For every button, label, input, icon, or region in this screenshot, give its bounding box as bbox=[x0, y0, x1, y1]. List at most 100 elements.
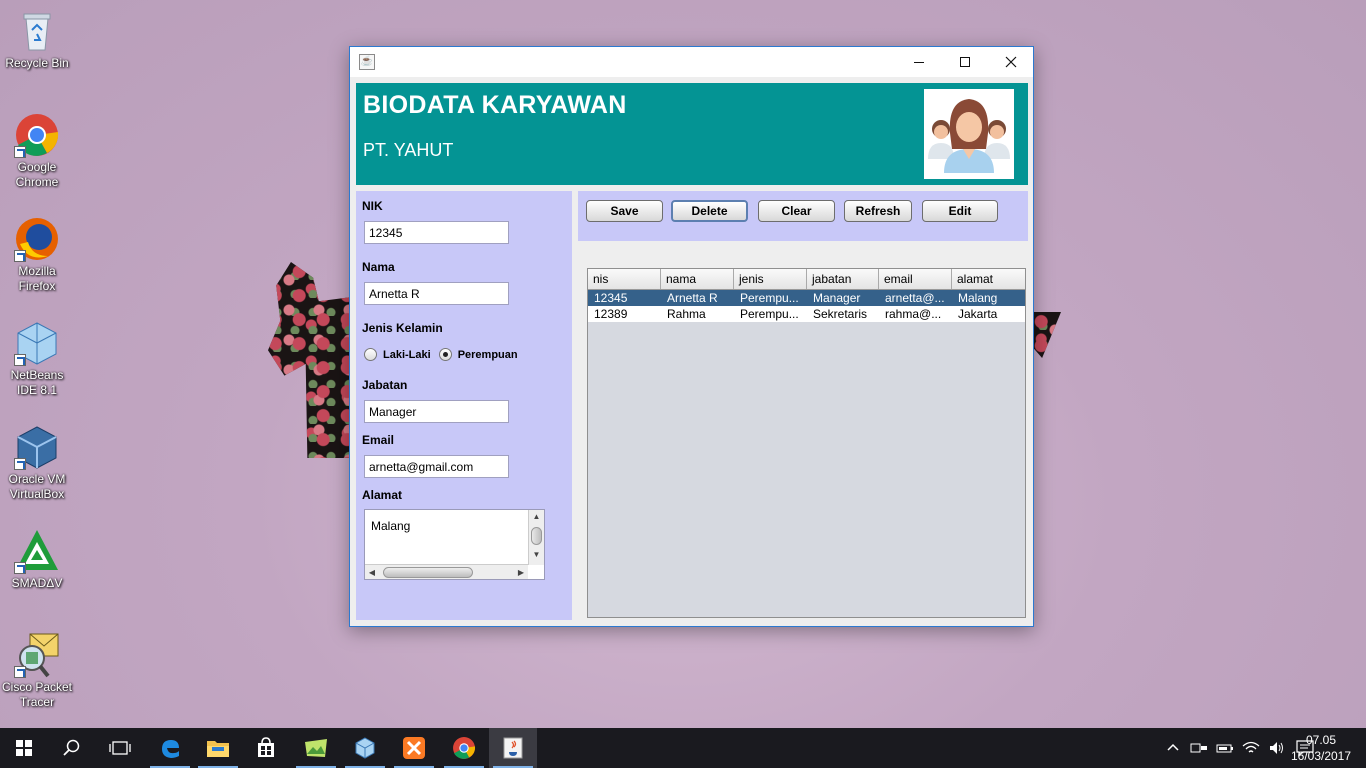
alamat-textarea[interactable]: Malang ▲ ▼ ◀ ▶ bbox=[364, 509, 545, 580]
netbeans-icon bbox=[14, 320, 60, 366]
column-header[interactable]: nama bbox=[661, 269, 734, 289]
task-view-button[interactable] bbox=[96, 728, 144, 768]
table-cell: rahma@... bbox=[885, 307, 942, 321]
table-cell: Sekretaris bbox=[813, 307, 868, 321]
table-cell: 12345 bbox=[594, 291, 628, 305]
vertical-scrollbar[interactable]: ▲ ▼ bbox=[528, 510, 544, 565]
packet-tracer-icon bbox=[14, 632, 60, 678]
jabatan-label: Jabatan bbox=[362, 378, 408, 392]
table-cell: Perempu... bbox=[740, 307, 799, 321]
nama-field[interactable]: Arnetta R bbox=[364, 282, 509, 305]
taskbar-edge[interactable] bbox=[146, 728, 194, 768]
windows-start-icon bbox=[16, 740, 32, 756]
table-cell: Rahma bbox=[667, 307, 706, 321]
nama-label: Nama bbox=[362, 260, 395, 274]
netbeans-icon bbox=[355, 737, 375, 759]
alamat-label: Alamat bbox=[362, 488, 403, 502]
clock-date: 16/03/2017 bbox=[1290, 749, 1352, 763]
jabatan-field[interactable]: Manager bbox=[364, 400, 509, 423]
desktop-icon-netbeans[interactable]: NetBeans IDE 8.1 bbox=[0, 320, 74, 398]
radio-laki-laki[interactable] bbox=[364, 348, 377, 361]
column-header[interactable]: email bbox=[879, 269, 952, 289]
scroll-thumb[interactable] bbox=[531, 527, 542, 545]
xampp-icon bbox=[403, 737, 425, 759]
desktop-icon-recycle-bin[interactable]: Recycle Bin bbox=[0, 8, 74, 71]
chevron-up-icon[interactable] bbox=[1166, 741, 1180, 755]
email-label: Email bbox=[362, 433, 395, 447]
search-button[interactable] bbox=[48, 728, 96, 768]
desktop-icon-smadav[interactable]: SMADΔV bbox=[0, 528, 74, 591]
desktop-icon-mozilla-firefox[interactable]: Mozilla Firefox bbox=[0, 216, 74, 294]
employees-logo-icon bbox=[924, 89, 1014, 179]
radio-perempuan-label: Perempuan bbox=[457, 348, 518, 361]
taskbar-chrome[interactable] bbox=[440, 728, 488, 768]
table-cell: Perempu... bbox=[740, 291, 799, 305]
edit-button[interactable]: Edit bbox=[922, 200, 998, 222]
wifi-icon[interactable] bbox=[1242, 741, 1260, 755]
table-header: nis nama jenis jabatan email alamat bbox=[588, 269, 1025, 290]
chrome-icon bbox=[14, 112, 60, 158]
horizontal-scrollbar[interactable]: ◀ ▶ bbox=[365, 564, 528, 579]
clear-button[interactable]: Clear bbox=[758, 200, 835, 222]
header-banner: BIODATA KARYAWAN PT. YAHUT bbox=[356, 83, 1028, 185]
column-header[interactable]: nis bbox=[588, 269, 661, 289]
email-field[interactable]: arnetta@gmail.com bbox=[364, 455, 509, 478]
radio-perempuan[interactable] bbox=[438, 348, 452, 361]
minimize-button[interactable] bbox=[896, 47, 942, 77]
column-header[interactable]: jenis bbox=[734, 269, 807, 289]
taskbar-netbeans[interactable] bbox=[341, 728, 389, 768]
close-button[interactable] bbox=[988, 47, 1034, 77]
network-device-icon[interactable] bbox=[1190, 741, 1208, 755]
refresh-button[interactable]: Refresh bbox=[844, 200, 912, 222]
delete-button[interactable]: Delete bbox=[671, 200, 748, 222]
taskbar-clock[interactable]: 07.05 16/03/2017 bbox=[1282, 732, 1360, 764]
form-panel: NIK 12345 Nama Arnetta R Jenis Kelamin L… bbox=[356, 191, 572, 620]
search-icon bbox=[63, 739, 80, 756]
smadav-icon bbox=[14, 528, 60, 574]
wallpaper-decoration-right bbox=[1034, 312, 1061, 358]
close-icon bbox=[1005, 56, 1017, 68]
desktop-icon-label: Google Chrome bbox=[15, 160, 59, 189]
edge-icon bbox=[162, 740, 179, 758]
scroll-down-icon[interactable]: ▼ bbox=[529, 548, 544, 562]
start-button[interactable] bbox=[0, 728, 48, 768]
desktop-icon-virtualbox[interactable]: Oracle VM VirtualBox bbox=[0, 424, 74, 502]
table-cell: Arnetta R bbox=[667, 291, 718, 305]
column-header[interactable]: jabatan bbox=[807, 269, 879, 289]
desktop-icon-label: NetBeans IDE 8.1 bbox=[10, 368, 64, 397]
column-header[interactable]: alamat bbox=[952, 269, 1025, 289]
taskbar-store[interactable] bbox=[242, 728, 290, 768]
taskbar-java-app[interactable] bbox=[489, 728, 537, 768]
maximize-icon bbox=[960, 57, 970, 67]
button-panel: Save Delete Clear Refresh Edit bbox=[578, 191, 1028, 241]
table-row[interactable]: 12389 Rahma Perempu... Sekretaris rahma@… bbox=[588, 306, 1025, 322]
scroll-right-icon[interactable]: ▶ bbox=[514, 568, 528, 577]
scroll-thumb[interactable] bbox=[383, 566, 473, 578]
desktop-icon-label: SMADΔV bbox=[11, 576, 63, 590]
scroll-left-icon[interactable]: ◀ bbox=[365, 568, 379, 577]
battery-icon[interactable] bbox=[1216, 741, 1234, 755]
desktop-icon-cisco-packet-tracer[interactable]: Cisco Packet Tracer bbox=[0, 632, 74, 710]
gender-radio-group: Laki-Laki Perempuan bbox=[364, 348, 518, 361]
nik-field[interactable]: 12345 bbox=[364, 221, 509, 244]
recycle-bin-icon bbox=[14, 8, 60, 54]
table-row[interactable]: 12345 Arnetta R Perempu... Manager arnet… bbox=[588, 290, 1025, 306]
firefox-icon bbox=[14, 216, 60, 262]
desktop-icon-google-chrome[interactable]: Google Chrome bbox=[0, 112, 74, 190]
task-view-icon bbox=[109, 741, 131, 755]
jenis-kelamin-label: Jenis Kelamin bbox=[362, 321, 443, 335]
desktop-icon-label: Recycle Bin bbox=[5, 56, 69, 70]
file-explorer-icon bbox=[207, 741, 229, 757]
taskbar-photos[interactable] bbox=[292, 728, 340, 768]
scroll-up-icon[interactable]: ▲ bbox=[529, 510, 544, 524]
desktop-icon-label: Oracle VM VirtualBox bbox=[8, 472, 66, 501]
chrome-icon bbox=[453, 737, 476, 759]
taskbar-file-explorer[interactable] bbox=[194, 728, 242, 768]
taskbar-xampp[interactable] bbox=[390, 728, 438, 768]
title-bar[interactable]: ☕ bbox=[350, 47, 1033, 77]
data-table: nis nama jenis jabatan email alamat 1234… bbox=[587, 268, 1026, 618]
save-button[interactable]: Save bbox=[586, 200, 663, 222]
wallpaper-decoration-left bbox=[268, 262, 350, 458]
table-cell: arnetta@... bbox=[885, 291, 945, 305]
maximize-button[interactable] bbox=[942, 47, 988, 77]
